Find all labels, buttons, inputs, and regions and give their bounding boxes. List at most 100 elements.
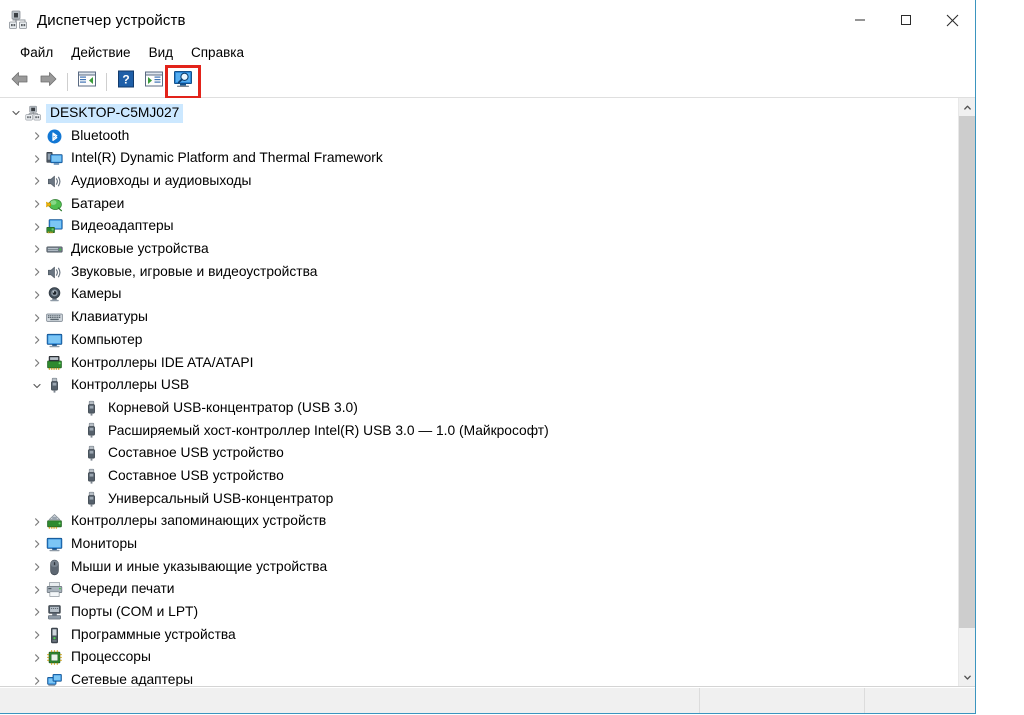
chevron-right-icon[interactable]	[29, 536, 45, 552]
tree-item[interactable]: Составное USB устройство	[0, 465, 958, 488]
tree-root-node[interactable]: DESKTOP-C5MJ027	[0, 102, 958, 125]
software-device-icon	[45, 626, 63, 644]
usb-icon	[82, 467, 100, 485]
tree-item-label: Мыши и иные указывающие устройства	[67, 558, 331, 577]
chevron-right-icon[interactable]	[29, 151, 45, 167]
tree-item[interactable]: Расширяемый хост-контроллер Intel(R) USB…	[0, 420, 958, 443]
properties-button[interactable]	[140, 69, 168, 95]
tree-item-label: Составное USB устройство	[104, 444, 288, 463]
tree-item[interactable]: Bluetooth	[0, 125, 958, 148]
tree-item[interactable]: Корневой USB-концентратор (USB 3.0)	[0, 397, 958, 420]
menu-view[interactable]: Вид	[140, 42, 182, 64]
chevron-right-icon[interactable]	[29, 128, 45, 144]
tree-item-label: Процессоры	[67, 648, 155, 667]
tree-item[interactable]: Составное USB устройство	[0, 442, 958, 465]
chevron-right-icon[interactable]	[29, 582, 45, 598]
keyboard-icon	[45, 309, 63, 327]
audio-io-icon	[45, 172, 63, 190]
status-cell-1	[0, 688, 700, 713]
chevron-down-icon[interactable]	[29, 378, 45, 394]
chevron-right-icon[interactable]	[29, 287, 45, 303]
help-button[interactable]: ?	[112, 69, 140, 95]
chevron-right-icon[interactable]	[29, 604, 45, 620]
window-title: Диспетчер устройств	[37, 12, 186, 29]
menu-help[interactable]: Справка	[182, 42, 253, 64]
scan-for-hardware-changes-button[interactable]	[168, 68, 198, 96]
scrollbar-thumb[interactable]	[959, 116, 975, 628]
forward-button[interactable]	[34, 69, 62, 95]
chevron-right-icon[interactable]	[29, 173, 45, 189]
tree-item-label: Порты (COM и LPT)	[67, 603, 202, 622]
tree-item-label: Контроллеры IDE ATA/ATAPI	[67, 354, 257, 373]
tree-item[interactable]: Очереди печати	[0, 578, 958, 601]
menu-file[interactable]: Файл	[11, 42, 62, 64]
chevron-right-icon[interactable]	[29, 514, 45, 530]
caption-buttons	[837, 0, 975, 40]
chevron-right-icon[interactable]	[29, 650, 45, 666]
tree-item-label: Очереди печати	[67, 580, 179, 599]
tree-item[interactable]: Мониторы	[0, 533, 958, 556]
chevron-right-icon[interactable]	[29, 355, 45, 371]
tree-item-label: Intel(R) Dynamic Platform and Thermal Fr…	[67, 149, 387, 168]
tree-item[interactable]: Процессоры	[0, 647, 958, 670]
port-icon	[45, 603, 63, 621]
ide-controller-icon	[45, 354, 63, 372]
tree-item-label: Контроллеры USB	[67, 376, 193, 395]
chevron-right-icon[interactable]	[29, 264, 45, 280]
scan-hardware-icon	[173, 70, 193, 93]
chevron-right-icon[interactable]	[29, 196, 45, 212]
status-cell-2	[700, 688, 865, 713]
tree-item[interactable]: Камеры	[0, 284, 958, 307]
menu-action[interactable]: Действие	[62, 42, 139, 64]
bluetooth-icon	[45, 127, 63, 145]
tree-item[interactable]: Звуковые, игровые и видеоустройства	[0, 261, 958, 284]
chevron-right-icon[interactable]	[29, 310, 45, 326]
tree-item[interactable]: Батареи	[0, 193, 958, 216]
tree-item-label: Аудиовходы и аудиовыходы	[67, 172, 255, 191]
tree-item[interactable]: Аудиовходы и аудиовыходы	[0, 170, 958, 193]
tree-item[interactable]: Мыши и иные указывающие устройства	[0, 556, 958, 579]
tree-item[interactable]: Компьютер	[0, 329, 958, 352]
show-hide-console-tree-button[interactable]	[73, 69, 101, 95]
chevron-down-icon[interactable]	[8, 105, 24, 121]
tree-item[interactable]: Порты (COM и LPT)	[0, 601, 958, 624]
chevron-right-icon[interactable]	[29, 559, 45, 575]
scroll-down-button[interactable]	[959, 668, 975, 686]
tree-spacer	[66, 491, 82, 507]
tree-item[interactable]: Intel(R) Dynamic Platform and Thermal Fr…	[0, 147, 958, 170]
tree-item[interactable]: Контроллеры USB	[0, 374, 958, 397]
device-tree[interactable]: DESKTOP-C5MJ027 BluetoothIntel(R) Dynami…	[0, 98, 958, 686]
scroll-up-button[interactable]	[959, 98, 975, 116]
tree-item[interactable]: Видеоадаптеры	[0, 215, 958, 238]
properties-panel-icon	[144, 70, 164, 93]
display-adapter-icon	[45, 218, 63, 236]
tree-item[interactable]: Клавиатуры	[0, 306, 958, 329]
chevron-right-icon[interactable]	[29, 332, 45, 348]
thermal-framework-icon	[45, 150, 63, 168]
tree-item[interactable]: Контроллеры запоминающих устройств	[0, 510, 958, 533]
chevron-right-icon[interactable]	[29, 241, 45, 257]
maximize-button[interactable]	[883, 0, 929, 40]
tree-item[interactable]: Сетевые адаптеры	[0, 669, 958, 686]
vertical-scrollbar[interactable]	[958, 98, 975, 686]
usb-icon	[45, 377, 63, 395]
console-tree-icon	[77, 70, 97, 93]
tree-item[interactable]: Программные устройства	[0, 624, 958, 647]
close-button[interactable]	[929, 0, 975, 40]
minimize-button[interactable]	[837, 0, 883, 40]
chevron-right-icon[interactable]	[29, 627, 45, 643]
scrollbar-track[interactable]	[959, 116, 975, 668]
chevron-right-icon[interactable]	[29, 219, 45, 235]
tree-item-label: Дисковые устройства	[67, 240, 213, 259]
usb-icon	[82, 399, 100, 417]
chevron-right-icon[interactable]	[29, 673, 45, 686]
tree-spacer	[66, 446, 82, 462]
tree-item[interactable]: Универсальный USB-концентратор	[0, 488, 958, 511]
tree-item-label: Звуковые, игровые и видеоустройства	[67, 263, 321, 282]
arrow-left-icon	[10, 70, 30, 93]
tree-root-label: DESKTOP-C5MJ027	[46, 104, 183, 123]
tree-item[interactable]: Дисковые устройства	[0, 238, 958, 261]
back-button[interactable]	[6, 69, 34, 95]
tree-item-label: Программные устройства	[67, 626, 240, 645]
tree-item[interactable]: Контроллеры IDE ATA/ATAPI	[0, 352, 958, 375]
